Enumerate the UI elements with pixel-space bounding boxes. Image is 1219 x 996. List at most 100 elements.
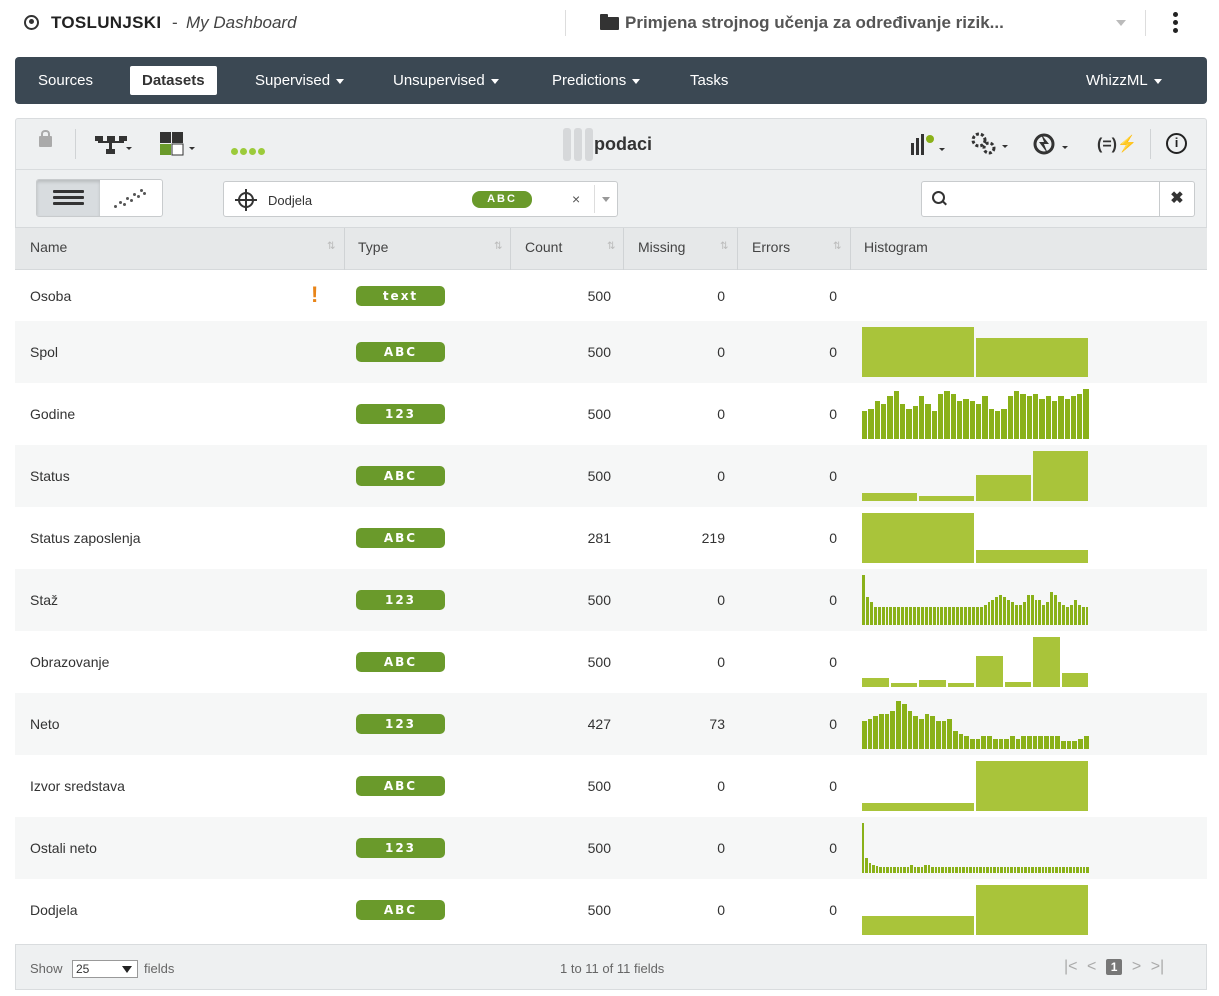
field-name[interactable]: Osoba: [30, 288, 71, 304]
table-row[interactable]: Staž 123 500 0 0: [15, 569, 1207, 631]
table-row[interactable]: Osoba! text 500 0 0: [15, 270, 1207, 321]
clear-search-icon[interactable]: ✖: [1159, 181, 1195, 217]
table-row[interactable]: Obrazovanje ABC 500 0 0: [15, 631, 1207, 693]
evaluate-icon[interactable]: [1033, 131, 1073, 157]
nav-datasets[interactable]: Datasets: [130, 66, 217, 95]
clear-icon[interactable]: ×: [572, 191, 580, 207]
field-name[interactable]: Spol: [30, 344, 58, 360]
last-page-button[interactable]: >|: [1151, 958, 1165, 976]
formula-icon[interactable]: (=)⚡: [1097, 134, 1137, 154]
column-header-count[interactable]: Count: [525, 239, 562, 255]
histogram[interactable]: [862, 327, 1090, 377]
histogram-bar: [919, 680, 946, 687]
histogram-bar: [941, 721, 947, 749]
sort-icon[interactable]: ⇅: [833, 241, 841, 252]
first-page-button[interactable]: |<: [1064, 958, 1078, 976]
histogram-bar: [1083, 867, 1086, 873]
current-page[interactable]: 1: [1105, 959, 1123, 975]
field-name[interactable]: Izvor sredstava: [30, 778, 125, 794]
sort-icon[interactable]: ⇅: [720, 241, 728, 252]
search-input[interactable]: [955, 181, 1160, 217]
table-row[interactable]: Ostali neto 123 500 0 0: [15, 817, 1207, 879]
chevron-down-icon[interactable]: [1116, 20, 1126, 26]
histogram[interactable]: [862, 885, 1090, 935]
histogram[interactable]: [862, 513, 1090, 563]
table-row[interactable]: Status ABC 500 0 0: [15, 445, 1207, 507]
histogram[interactable]: [862, 823, 1090, 873]
table-row[interactable]: Dodjela ABC 500 0 0: [15, 879, 1207, 941]
histogram[interactable]: [862, 761, 1090, 811]
histogram-bar: [975, 607, 979, 625]
field-name[interactable]: Godine: [30, 406, 75, 422]
column-header-type[interactable]: Type: [358, 239, 388, 255]
field-name[interactable]: Staž: [30, 592, 58, 608]
histogram-bar: [901, 607, 905, 625]
histogram-bar: [885, 607, 889, 625]
histogram[interactable]: [862, 389, 1090, 439]
column-header-errors[interactable]: Errors: [752, 239, 790, 255]
nav-sources[interactable]: Sources: [38, 72, 93, 89]
nav-predictions[interactable]: Predictions: [552, 72, 641, 89]
histogram[interactable]: [862, 637, 1090, 687]
gears-icon[interactable]: [971, 131, 1013, 157]
lock-icon[interactable]: [39, 130, 52, 147]
info-icon[interactable]: i: [1166, 133, 1187, 154]
model-icon[interactable]: [909, 131, 949, 157]
project-selector[interactable]: Primjena strojnog učenja za određivanje …: [625, 13, 1004, 33]
histogram-bar: [924, 714, 930, 749]
sort-icon[interactable]: ⇅: [494, 241, 502, 252]
histogram-bar: [1026, 736, 1032, 749]
next-page-button[interactable]: >: [1132, 958, 1141, 976]
more-menu-icon[interactable]: [1170, 12, 1180, 36]
field-name[interactable]: Status zaposlenja: [30, 530, 141, 546]
dataset-tree-icon[interactable]: [94, 134, 132, 156]
scatterplot-view-icon[interactable]: [112, 186, 152, 210]
table-row[interactable]: Izvor sredstava ABC 500 0 0: [15, 755, 1207, 817]
field-name[interactable]: Status: [30, 468, 70, 484]
histogram-bar: [1003, 867, 1007, 873]
column-header-missing[interactable]: Missing: [638, 239, 685, 255]
histogram-bar: [1018, 605, 1022, 625]
user-name[interactable]: TOSLUNJSKI: [51, 13, 161, 33]
histogram[interactable]: [862, 575, 1090, 625]
field-name[interactable]: Neto: [30, 716, 60, 732]
table-row[interactable]: Neto 123 427 73 0: [15, 693, 1207, 755]
histogram-bar: [890, 711, 896, 749]
sort-icon[interactable]: ⇅: [607, 241, 615, 252]
histogram-bar: [940, 607, 944, 625]
list-view-icon[interactable]: [37, 180, 100, 216]
field-name[interactable]: Ostali neto: [30, 840, 97, 856]
field-name[interactable]: Obrazovanje: [30, 654, 109, 670]
histogram-bar: [1026, 396, 1032, 439]
histogram-bar: [913, 716, 918, 749]
histogram-bar: [893, 607, 897, 625]
histogram-bar: [919, 496, 974, 501]
dashboard-name[interactable]: My Dashboard: [186, 13, 297, 33]
missing-value: 0: [717, 592, 725, 608]
resource-name[interactable]: podaci: [594, 134, 652, 155]
table-row[interactable]: Status zaposlenja ABC 281 219 0: [15, 507, 1207, 569]
column-header-name[interactable]: Name: [30, 239, 67, 255]
user-icon[interactable]: [24, 15, 39, 30]
histogram[interactable]: [862, 699, 1090, 749]
histogram[interactable]: [862, 451, 1090, 501]
nav-supervised[interactable]: Supervised: [255, 72, 345, 89]
histogram-bar: [979, 607, 983, 625]
objective-field-select[interactable]: Dodjela ABC ×: [223, 181, 618, 217]
field-name[interactable]: Dodjela: [30, 902, 77, 918]
page-size-select[interactable]: 25: [72, 960, 138, 978]
nav-tasks[interactable]: Tasks: [690, 72, 728, 89]
sort-icon[interactable]: ⇅: [327, 241, 335, 252]
search-icon[interactable]: [921, 181, 956, 217]
nav-whizzml[interactable]: WhizzML: [1086, 72, 1162, 89]
histogram-bar: [865, 858, 868, 873]
configure-dataset-icon[interactable]: [159, 131, 201, 157]
prev-page-button[interactable]: <: [1087, 958, 1096, 976]
histogram-bar: [896, 867, 899, 873]
histogram-bar: [1007, 600, 1011, 625]
table-row[interactable]: Spol ABC 500 0 0: [15, 321, 1207, 383]
table-row[interactable]: Godine 123 500 0 0: [15, 383, 1207, 445]
histogram-bar: [1072, 741, 1078, 749]
chevron-down-icon[interactable]: [594, 185, 616, 213]
nav-unsupervised[interactable]: Unsupervised: [393, 72, 499, 89]
